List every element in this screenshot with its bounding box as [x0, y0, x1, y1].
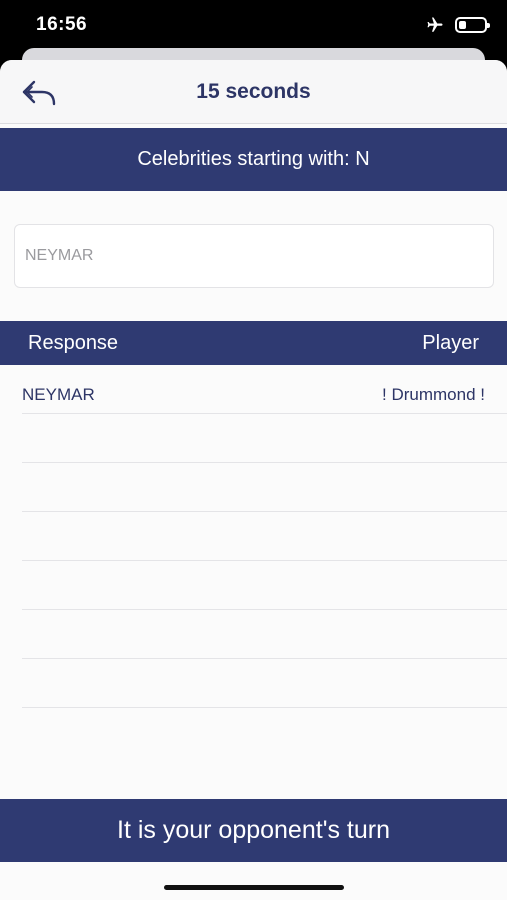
- game-sheet: 15 seconds Celebrities starting with: N …: [0, 60, 507, 900]
- timer-title: 15 seconds: [196, 80, 311, 103]
- status-time: 16:56: [36, 14, 88, 35]
- column-header-player: Player: [422, 332, 479, 354]
- table-row: [22, 463, 507, 512]
- row-response: NEYMAR: [22, 385, 95, 404]
- table-row: [22, 512, 507, 561]
- navigation-bar: 15 seconds: [0, 60, 507, 124]
- table-row: [22, 414, 507, 463]
- battery-level: [459, 21, 466, 29]
- airplane-mode-icon: [427, 17, 443, 32]
- turn-status-banner: It is your opponent's turn: [0, 799, 507, 862]
- answer-input[interactable]: [14, 224, 494, 288]
- column-header-response: Response: [28, 332, 119, 354]
- row-player: ! Drummond !: [382, 385, 485, 404]
- table-row: [22, 610, 507, 659]
- home-indicator[interactable]: [164, 885, 344, 890]
- status-icons: [425, 16, 490, 34]
- responses-list: NEYMAR ! Drummond !: [0, 365, 507, 708]
- table-row: [22, 659, 507, 708]
- status-bar: 16:56: [0, 0, 507, 50]
- table-row: [22, 561, 507, 610]
- table-row: NEYMAR ! Drummond !: [22, 365, 507, 414]
- table-header: Response Player: [0, 321, 507, 365]
- category-banner: Celebrities starting with: N: [0, 128, 507, 191]
- battery-icon: [455, 17, 490, 33]
